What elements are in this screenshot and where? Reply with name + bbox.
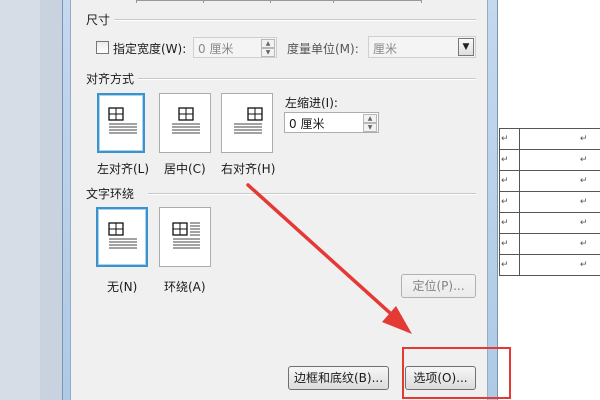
annotation-arrow-icon [246,183,412,334]
